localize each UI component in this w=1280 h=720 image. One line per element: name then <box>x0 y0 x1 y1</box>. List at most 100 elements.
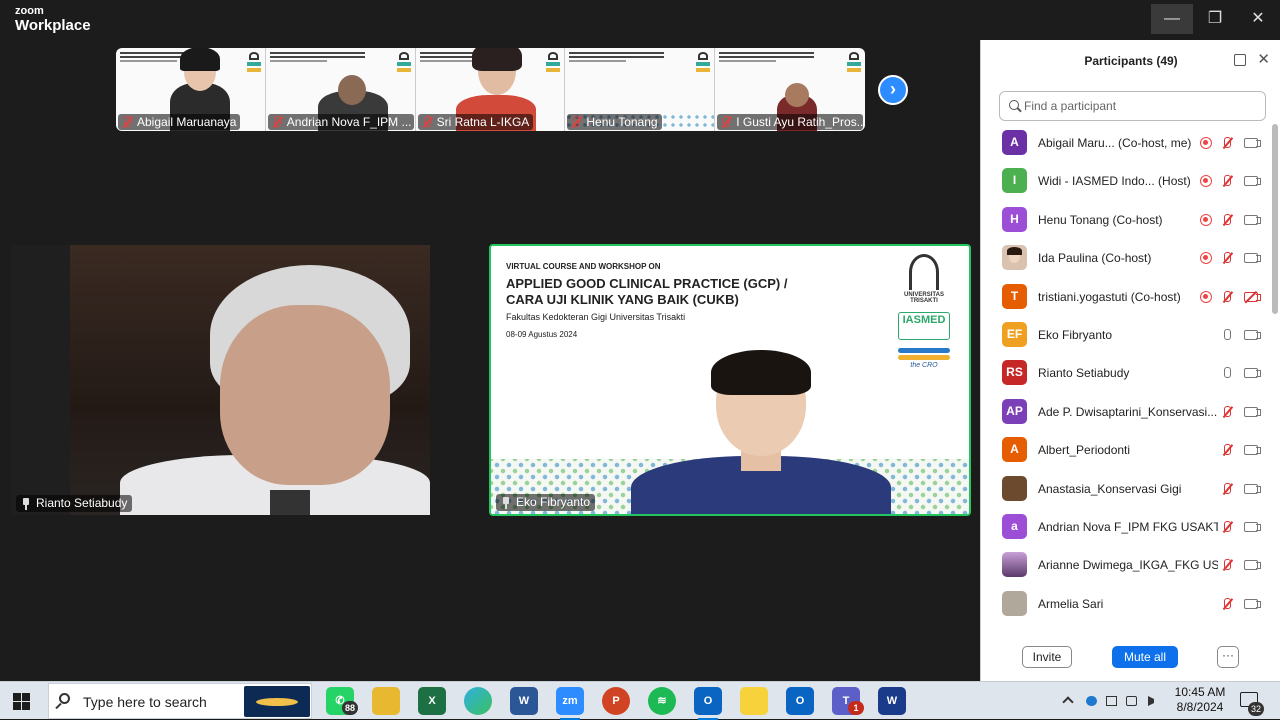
crest-icon <box>909 254 939 290</box>
participant-row[interactable]: A Albert_Periodonti <box>981 431 1269 469</box>
excel-icon[interactable]: X <box>418 687 446 715</box>
mic-muted-icon[interactable] <box>1221 559 1233 571</box>
video-icon[interactable] <box>1244 521 1261 532</box>
mic-icon[interactable] <box>1221 328 1233 341</box>
teams-badge: 1 <box>848 701 864 715</box>
participant-name: Anastasia_Konservasi Gigi <box>1038 481 1182 496</box>
volume-icon[interactable] <box>1148 696 1154 706</box>
thumbnail-name: Andrian Nova F_IPM ... <box>267 114 414 130</box>
clock-date: 8/8/2024 <box>1176 700 1224 714</box>
mic-muted-icon <box>720 116 732 128</box>
next-page-button[interactable]: › <box>878 75 908 105</box>
mic-muted-icon[interactable] <box>1221 137 1233 149</box>
participant-row[interactable]: I Widi - IASMED Indo... (Host) <box>981 162 1269 200</box>
minimize-button[interactable]: — <box>1151 4 1193 34</box>
chevron-up-icon[interactable] <box>1062 696 1074 708</box>
gallery-thumbnail[interactable]: I Gusti Ayu Ratih_Pros... <box>715 48 865 131</box>
participant-row[interactable]: A Abigail Maru... (Co-host, me) <box>981 124 1269 162</box>
mic-muted-icon[interactable] <box>1221 597 1233 610</box>
participant-row[interactable]: AP Ade P. Dwisaptarini_Konservasi... <box>981 393 1269 431</box>
notification-count: 32 <box>1248 702 1264 716</box>
close-icon[interactable]: ✕ <box>1257 51 1270 69</box>
webex-icon[interactable]: W <box>878 687 906 715</box>
whatsapp-icon[interactable]: ✆ 88 <box>326 687 358 715</box>
restore-button[interactable]: ❐ <box>1194 4 1236 34</box>
pop-out-icon[interactable] <box>1234 54 1246 66</box>
mic-muted-icon[interactable] <box>1221 290 1233 303</box>
participant-row[interactable]: RS Rianto Setiabudy <box>981 354 1269 392</box>
mic-muted-icon[interactable] <box>1221 444 1233 456</box>
mic-muted-icon[interactable] <box>1221 405 1233 418</box>
participant-list: A Abigail Maru... (Co-host, me) I Widi -… <box>981 124 1269 630</box>
participant-list-scrollbar[interactable] <box>1272 124 1278 314</box>
outlook-icon[interactable]: O <box>694 687 722 720</box>
gallery-thumbnail[interactable]: Andrian Nova F_IPM ... <box>265 48 416 131</box>
mic-muted-icon[interactable] <box>1221 213 1233 226</box>
video-tile-left[interactable]: Rianto Setiabudy <box>11 245 430 515</box>
sticky-notes-icon[interactable] <box>740 687 768 715</box>
outlook-new-icon[interactable]: O <box>786 687 814 715</box>
powerpoint-icon[interactable]: P <box>602 687 630 715</box>
participant-row[interactable]: H Henu Tonang (Co-host) <box>981 201 1269 239</box>
participant-name: Armelia Sari <box>1038 596 1104 611</box>
participant-name: Andrian Nova F_IPM FKG USAKTI <box>1038 519 1218 534</box>
cro-logo: the CRO <box>898 348 950 376</box>
gallery-thumbnail[interactable]: Henu Tonang <box>565 48 716 131</box>
close-button[interactable]: ✕ <box>1237 4 1279 34</box>
participant-row[interactable]: EF Eko Fibryanto <box>981 316 1269 354</box>
video-icon[interactable] <box>1244 560 1261 571</box>
gallery-thumbnail[interactable]: Sri Ratna L-IKGA <box>415 48 566 131</box>
teams-icon[interactable]: T1 <box>832 687 864 715</box>
participant-search-input[interactable]: Find a participant <box>999 91 1266 121</box>
file-explorer-icon[interactable] <box>372 687 400 715</box>
video-icon[interactable] <box>1244 329 1261 340</box>
recording-icon <box>1200 213 1212 226</box>
video-icon[interactable] <box>1244 138 1261 148</box>
video-icon[interactable] <box>1244 368 1261 379</box>
avatar: a <box>1002 513 1027 539</box>
zoom-icon[interactable]: zm <box>556 687 584 720</box>
mute-all-button[interactable]: Mute all <box>1112 646 1178 668</box>
video-tile-active-speaker[interactable]: VIRTUAL COURSE AND WORKSHOP ON APPLIED G… <box>489 244 971 516</box>
mic-muted-icon <box>421 116 433 128</box>
start-button[interactable] <box>13 693 30 710</box>
participant-row[interactable]: a Andrian Nova F_IPM FKG USAKTI <box>981 508 1269 546</box>
invite-button[interactable]: Invite <box>1022 646 1072 668</box>
mic-muted-icon[interactable] <box>1221 175 1233 187</box>
edge-icon[interactable] <box>464 687 492 715</box>
mic-muted-icon[interactable] <box>1221 520 1233 533</box>
battery-icon[interactable] <box>1106 696 1117 706</box>
participant-row[interactable]: Arianne Dwimega_IKGA_FKG US... <box>981 546 1269 584</box>
thumbnail-name: Henu Tonang <box>567 114 662 130</box>
mic-muted-icon[interactable] <box>1221 252 1233 264</box>
slide-line1: VIRTUAL COURSE AND WORKSHOP ON <box>506 262 661 271</box>
mic-muted-icon[interactable] <box>1221 482 1233 495</box>
participant-name: Albert_Periodonti <box>1038 443 1131 458</box>
brand-small: zoom <box>15 5 44 17</box>
slide-title-2: CARA UJI KLINIK YANG BAIK (CUKB) <box>506 292 739 307</box>
taskbar-search[interactable]: Type here to search <box>48 683 312 719</box>
more-options-button[interactable]: ··· <box>1217 646 1239 668</box>
participant-row[interactable]: Ida Paulina (Co-host) <box>981 239 1269 277</box>
video-icon[interactable] <box>1244 598 1261 609</box>
mic-icon[interactable] <box>1221 367 1233 379</box>
video-icon[interactable] <box>1244 445 1261 456</box>
participant-row[interactable]: T tristiani.yogastuti (Co-host) <box>981 278 1269 316</box>
participant-row[interactable]: Armelia Sari <box>981 585 1269 623</box>
gallery-thumbnail[interactable]: Abigail Maruanaya <box>116 48 266 131</box>
video-icon[interactable] <box>1244 483 1261 494</box>
title-bar: zoom Workplace — ❐ ✕ <box>0 0 1280 40</box>
onedrive-icon[interactable] <box>1086 696 1097 706</box>
video-icon[interactable] <box>1244 214 1261 225</box>
slide-logo <box>546 52 561 74</box>
taskbar-clock[interactable]: 10:45 AM 8/8/2024 <box>1172 685 1228 715</box>
video-icon[interactable] <box>1244 176 1261 187</box>
spotify-icon[interactable]: ≋ <box>648 687 676 715</box>
network-icon[interactable] <box>1126 696 1137 706</box>
word-icon[interactable]: W <box>510 687 538 715</box>
video-icon[interactable] <box>1244 406 1261 417</box>
participant-row[interactable]: Anastasia_Konservasi Gigi <box>981 470 1269 508</box>
video-off-icon[interactable] <box>1244 291 1261 302</box>
thumbnail-name: Abigail Maruanaya <box>118 114 241 130</box>
video-icon[interactable] <box>1244 253 1261 264</box>
